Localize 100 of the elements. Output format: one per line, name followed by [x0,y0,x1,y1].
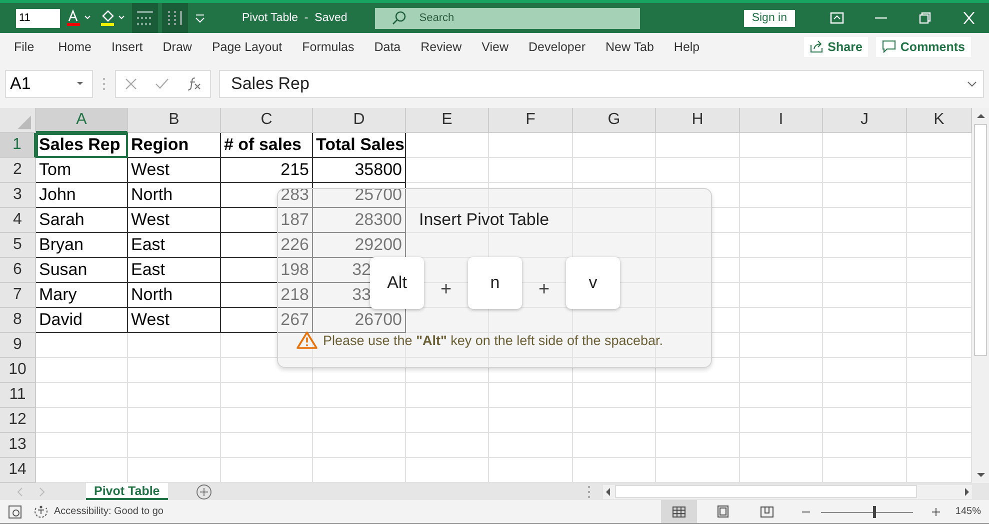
table-cell: West [128,158,221,183]
border-icon[interactable] [162,3,188,33]
table-cell: # of sales [221,133,313,158]
column-header[interactable]: C [221,108,313,133]
ribbon-display-icon[interactable] [830,12,844,24]
speech-bubble-icon [882,40,896,53]
menu-tab[interactable]: Data [374,40,401,54]
column-header[interactable]: D [313,108,406,133]
scroll-up-icon[interactable] [976,112,986,120]
scroll-down-icon[interactable] [976,471,986,479]
menu-tab[interactable]: File [14,40,34,54]
normal-view-button[interactable] [661,500,698,523]
table-cell: North [128,283,221,308]
plus-sign: + [537,278,551,301]
menu-tab[interactable]: Review [420,40,462,54]
menu-tab[interactable]: Draw [162,40,192,54]
row-header[interactable]: 11 [0,383,36,408]
table-cell: 198 [221,258,313,283]
keyboard-key: n [468,257,522,309]
table-cell: Sarah [36,208,128,233]
zoom-level[interactable]: 145% [955,506,981,517]
column-header[interactable]: G [573,108,656,133]
table-cell: 215 [221,158,313,183]
scroll-thumb[interactable] [615,485,917,498]
menu-tab[interactable]: Page Layout [212,40,282,54]
table-cell: East [128,233,221,258]
expand-caret-icon[interactable] [967,81,977,87]
warning-text: Please use the "Alt" key on the left side of the spacebar. [323,332,664,348]
table-cell: Susan [36,258,128,283]
menu-tab[interactable]: Home [58,40,92,54]
horizontal-scrollbar[interactable] [603,484,972,498]
function-icon[interactable] [186,77,202,91]
column-header[interactable]: K [907,108,972,133]
share-button[interactable]: Share [804,36,868,56]
row-header[interactable]: 2 [0,158,36,183]
checkmark-icon[interactable] [154,77,169,91]
row-header[interactable]: 1 [0,133,36,158]
menu-tab[interactable]: New Tab [606,40,654,54]
plus-sign: + [439,278,453,301]
row-header[interactable]: 3 [0,183,36,208]
column-header[interactable]: F [489,108,573,133]
table-cell: Sales Rep [36,133,128,158]
table-cell: 226 [221,233,313,258]
sign-in-button[interactable]: Sign in [744,10,795,26]
row-header[interactable]: 4 [0,208,36,233]
comments-button[interactable]: Comments [876,36,971,56]
row-header[interactable]: 8 [0,308,36,333]
menu-tab[interactable]: Insert [112,40,143,54]
keyboard-key: v [566,257,620,309]
zoom-slider[interactable] [821,504,914,518]
page-icon [717,505,730,518]
add-sheet-icon[interactable] [196,484,212,500]
table-cell: Total Sales [313,133,406,158]
column-header[interactable]: A [36,108,128,133]
table-cell: Mary [36,283,128,308]
table-cell: John [36,183,128,208]
row-header[interactable]: 12 [0,408,36,433]
column-header[interactable]: J [823,108,907,133]
table-cell: 267 [221,308,313,333]
search-field[interactable]: Search [375,8,640,28]
restore-icon[interactable] [918,12,932,24]
scroll-thumb[interactable] [974,124,987,356]
formula-field[interactable]: Sales Rep [219,70,984,98]
table-cell: 187 [221,208,313,233]
table-cell: West [128,308,221,333]
row-header[interactable]: 5 [0,233,36,258]
accessibility-status[interactable]: Accessibility: Good to go [54,506,164,517]
name-box[interactable]: A1 [5,70,93,98]
share-icon [810,40,824,53]
zoom-in-icon[interactable] [931,506,942,516]
row-header[interactable]: 10 [0,358,36,383]
row-header[interactable]: 13 [0,433,36,458]
row-header[interactable]: 9 [0,333,36,358]
row-header[interactable]: 6 [0,258,36,283]
menu-tab[interactable]: Help [674,40,700,54]
table-cell: West [128,208,221,233]
column-header[interactable]: B [128,108,221,133]
font-size-field[interactable]: 11 [16,8,60,28]
macro-record-icon[interactable] [8,504,22,518]
close-icon[interactable] [962,12,976,24]
table-cell: Tom [36,158,128,183]
table-cell: 26700 [313,308,406,333]
row-header[interactable]: 14 [0,458,36,483]
column-header[interactable]: H [656,108,740,133]
menu-tab[interactable]: View [482,40,509,54]
menu-tab[interactable]: Developer [528,40,586,54]
page-break-icon [760,506,774,518]
column-header[interactable]: I [740,108,823,133]
table-cell: 28300 [313,208,406,233]
sheet-tab[interactable]: Pivot Table [86,483,168,500]
menu-tab[interactable]: Formulas [302,40,354,54]
table-cell: East [128,258,221,283]
column-header[interactable]: E [406,108,489,133]
grid-icon [672,506,686,518]
scroll-right-icon[interactable] [962,486,972,496]
row-header[interactable]: 7 [0,283,36,308]
border-icon[interactable] [132,3,158,33]
accessibility-icon[interactable] [32,504,50,520]
vertical-scrollbar[interactable] [972,108,989,483]
search-icon [391,10,408,26]
